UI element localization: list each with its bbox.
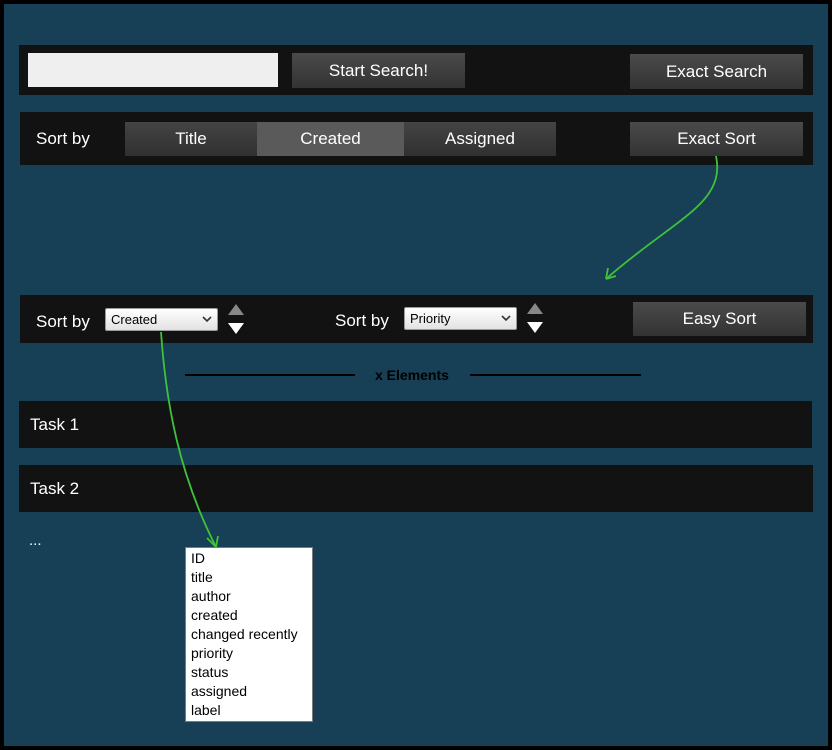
annotation-arrows xyxy=(160,155,719,548)
green-arrow-exact-sort xyxy=(605,155,719,280)
green-arrow-select xyxy=(160,331,217,548)
page-canvas: Start Search! Exact Search Sort by Title… xyxy=(4,4,828,746)
